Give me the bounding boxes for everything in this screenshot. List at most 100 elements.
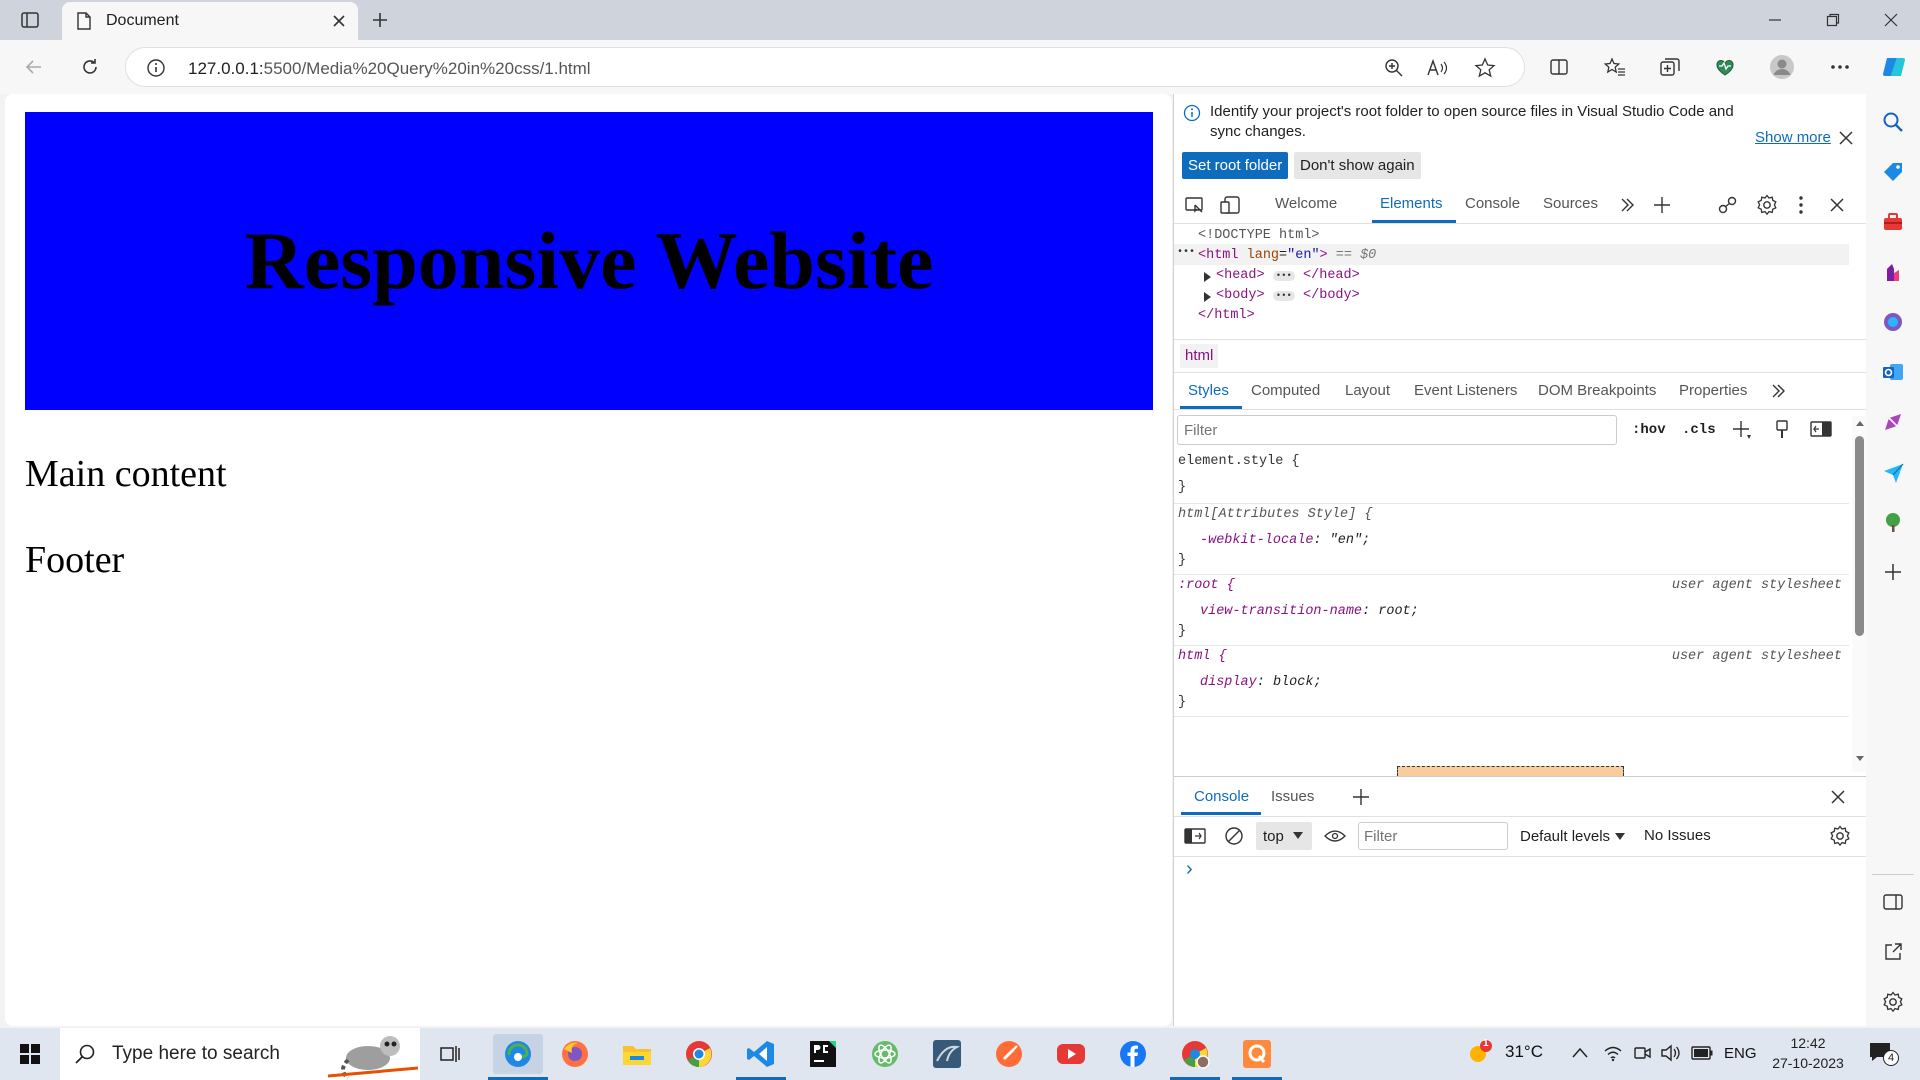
inspect-element-icon[interactable]: [1184, 195, 1206, 215]
close-tab-icon[interactable]: [332, 14, 346, 28]
copilot-icon[interactable]: [1876, 49, 1912, 85]
favorites-icon[interactable]: [1597, 49, 1633, 85]
add-sidebar-app-icon[interactable]: [1877, 556, 1909, 588]
dom-head-node[interactable]: <head> ••• </head>: [1216, 268, 1360, 283]
subtab-dom-breakpoints[interactable]: DOM Breakpoints: [1538, 382, 1656, 399]
rule-element-style[interactable]: element.style {: [1178, 454, 1300, 469]
rule-html[interactable]: html {: [1178, 649, 1227, 664]
notification-center-icon[interactable]: 4: [1868, 1040, 1899, 1066]
subtab-event-listeners[interactable]: Event Listeners: [1414, 382, 1517, 399]
subtab-styles[interactable]: Styles: [1188, 382, 1229, 399]
show-more-link[interactable]: Show more: [1755, 129, 1831, 146]
scroll-down-arrow-icon[interactable]: [1855, 755, 1865, 763]
favorite-star-icon[interactable]: [1474, 57, 1496, 79]
restore-button[interactable]: [1804, 0, 1862, 40]
scrollbar-thumb[interactable]: [1855, 436, 1864, 636]
dom-html-close[interactable]: </html>: [1198, 308, 1255, 323]
clock[interactable]: 12:42 27-10-2023: [1768, 1033, 1848, 1073]
taskbar-search-box[interactable]: Type here to search: [60, 1028, 420, 1080]
browser-essentials-icon[interactable]: [1707, 49, 1743, 85]
dom-doctype[interactable]: <!DOCTYPE html>: [1198, 228, 1320, 243]
drawer-add-tab-icon[interactable]: [1352, 788, 1370, 806]
meet-now-icon[interactable]: [1633, 1044, 1651, 1062]
subtab-properties[interactable]: Properties: [1679, 382, 1747, 399]
minimize-button[interactable]: [1746, 0, 1804, 40]
cls-toggle[interactable]: .cls: [1682, 422, 1716, 438]
dom-row-ellipsis[interactable]: •••: [1177, 247, 1195, 258]
shopping-tag-icon[interactable]: [1877, 156, 1909, 188]
drawer-tab-issues[interactable]: Issues: [1271, 788, 1314, 805]
close-devtools-icon[interactable]: [1829, 197, 1845, 213]
split-screen-icon[interactable]: [1541, 49, 1577, 85]
taskbar-facebook-icon[interactable]: [1113, 1034, 1153, 1074]
console-filter-input[interactable]: [1358, 822, 1508, 850]
drawer-tab-console[interactable]: Console: [1194, 788, 1249, 805]
set-root-folder-button[interactable]: Set root folder: [1182, 152, 1289, 179]
taskbar-atom-icon[interactable]: [865, 1034, 905, 1074]
settings-gear-icon[interactable]: [1756, 194, 1778, 216]
tray-overflow-chevron-icon[interactable]: [1572, 1047, 1588, 1059]
tab-elements[interactable]: Elements: [1380, 195, 1443, 212]
dom-body-node[interactable]: <body> ••• </body>: [1216, 288, 1360, 303]
decl-view-transition-name[interactable]: view-transition-name: root;: [1200, 604, 1419, 619]
decl-webkit-locale[interactable]: -webkit-locale: "en";: [1200, 533, 1370, 548]
live-expression-eye-icon[interactable]: [1324, 828, 1346, 844]
device-toolbar-icon[interactable]: [1220, 195, 1242, 215]
subtab-computed[interactable]: Computed: [1251, 382, 1320, 399]
dom-html-node[interactable]: <html lang="en"> == $0: [1198, 248, 1376, 263]
styles-filter-input[interactable]: [1177, 415, 1617, 445]
designer-icon[interactable]: [1877, 406, 1909, 438]
battery-icon[interactable]: [1691, 1046, 1713, 1060]
close-icon[interactable]: [1838, 130, 1854, 146]
issues-count[interactable]: No Issues: [1644, 827, 1711, 844]
expand-triangle-icon[interactable]: [1202, 291, 1212, 303]
hide-sidebar-icon[interactable]: [1877, 886, 1909, 918]
new-tab-button[interactable]: [362, 2, 398, 38]
taskbar-q-app-icon[interactable]: [1237, 1034, 1277, 1074]
customize-menu-icon[interactable]: [1798, 195, 1804, 215]
taskbar-firefox-icon[interactable]: [555, 1034, 595, 1074]
outlook-icon[interactable]: [1877, 356, 1909, 388]
microsoft-365-icon[interactable]: [1877, 306, 1909, 338]
hov-toggle[interactable]: :hov: [1632, 422, 1666, 438]
url-text[interactable]: 127.0.0.1:5500/Media%20Query%20in%20css/…: [188, 59, 591, 79]
windows-start-icon[interactable]: [10, 1034, 50, 1074]
taskbar-mysql-workbench-icon[interactable]: [927, 1034, 967, 1074]
weather-icon[interactable]: 1: [1466, 1038, 1492, 1064]
more-subtabs-chevron-icon[interactable]: [1770, 383, 1786, 399]
collections-icon[interactable]: [1652, 49, 1688, 85]
new-style-rule-icon[interactable]: [1732, 420, 1752, 440]
taskbar-postman-icon[interactable]: [989, 1034, 1029, 1074]
back-button[interactable]: [16, 49, 52, 85]
breadcrumb-html[interactable]: html: [1180, 344, 1219, 368]
rule-attributes-style[interactable]: html[Attributes Style] {: [1178, 507, 1372, 522]
subtab-layout[interactable]: Layout: [1345, 382, 1390, 399]
refresh-button[interactable]: [72, 49, 108, 85]
toggle-sidebar-icon[interactable]: [1810, 420, 1832, 438]
clear-console-icon[interactable]: [1224, 826, 1244, 846]
browser-tab[interactable]: Document: [62, 2, 358, 40]
send-icon[interactable]: [1877, 456, 1909, 488]
sidebar-settings-gear-icon[interactable]: [1877, 986, 1909, 1018]
external-link-icon[interactable]: [1877, 936, 1909, 968]
dont-show-again-button[interactable]: Don't show again: [1294, 152, 1421, 179]
more-menu-icon[interactable]: [1822, 49, 1858, 85]
profile-avatar[interactable]: [1764, 49, 1800, 85]
taskbar-chrome-profile-icon[interactable]: [1175, 1034, 1215, 1074]
search-icon[interactable]: [1877, 106, 1909, 138]
input-language[interactable]: ENG: [1724, 1045, 1757, 1062]
tab-actions-icon[interactable]: [12, 2, 48, 38]
more-tabs-chevron-icon[interactable]: [1619, 197, 1635, 213]
console-settings-gear-icon[interactable]: [1829, 825, 1851, 847]
network-icon[interactable]: [1603, 1044, 1623, 1062]
zoom-icon[interactable]: [1384, 58, 1404, 78]
taskbar-edge-icon[interactable]: [493, 1034, 543, 1074]
drawer-close-icon[interactable]: [1830, 789, 1846, 805]
taskbar-pycharm-icon[interactable]: [803, 1034, 843, 1074]
tools-briefcase-icon[interactable]: [1877, 206, 1909, 238]
log-levels-dropdown[interactable]: Default levels: [1520, 828, 1626, 845]
expand-triangle-icon[interactable]: [1202, 271, 1212, 283]
context-selector[interactable]: top: [1256, 822, 1312, 850]
read-aloud-icon[interactable]: [1426, 58, 1448, 78]
task-view-icon[interactable]: [430, 1034, 470, 1074]
